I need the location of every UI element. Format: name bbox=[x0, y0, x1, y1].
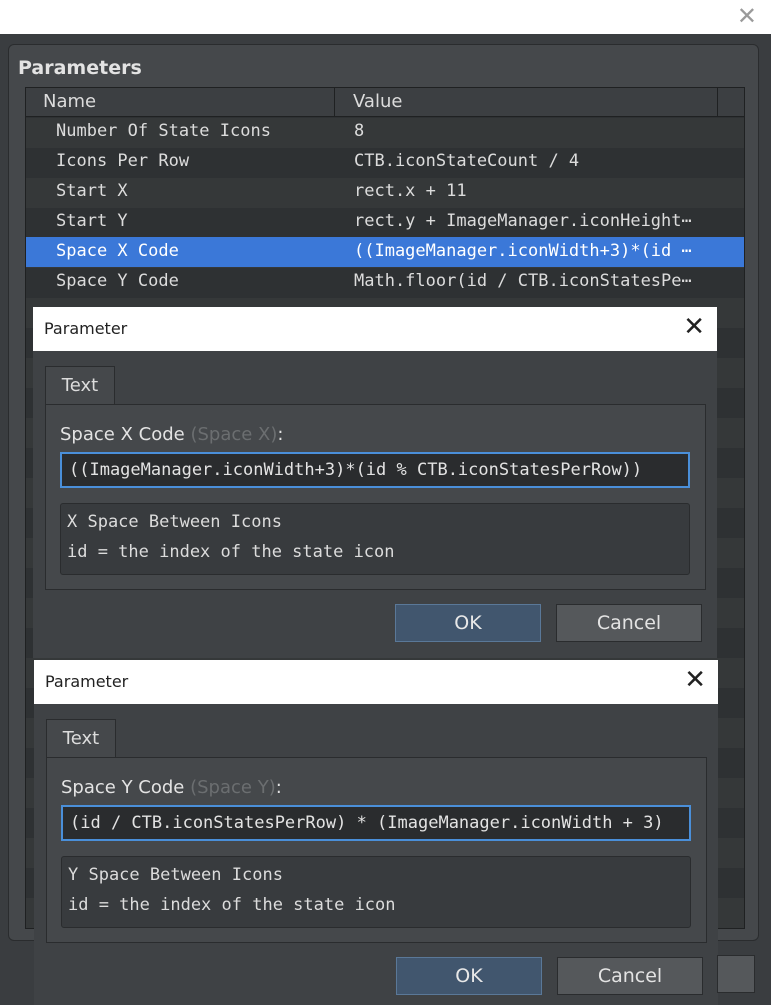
parameter-dialog-space-y: Parameter ✕ Text Space Y Code (Space Y):… bbox=[34, 660, 718, 1005]
dialog-titlebar: Parameter ✕ bbox=[33, 307, 717, 351]
row-value: ((ImageManager.iconWidth+3)*(id ⋯ bbox=[354, 241, 692, 261]
row-value: CTB.iconStateCount / 4 bbox=[354, 151, 580, 171]
field-label-colon: : bbox=[277, 424, 284, 445]
ok-button[interactable]: OK bbox=[395, 604, 541, 642]
text-tab-panel: Space X Code (Space X): ((ImageManager.i… bbox=[45, 404, 706, 590]
table-row[interactable]: Start X rect.x + 11 bbox=[26, 177, 744, 207]
parameters-title: Parameters bbox=[18, 57, 142, 79]
top-window-strip: ✕ bbox=[0, 0, 771, 34]
description-line: id = the index of the state icon bbox=[67, 542, 395, 562]
field-label-colon: : bbox=[275, 777, 282, 798]
ok-button[interactable]: OK bbox=[396, 957, 542, 995]
description-box: Y Space Between Icons id = the index of … bbox=[61, 856, 691, 928]
table-row[interactable]: Space Y Code Math.floor(id / CTB.iconSta… bbox=[26, 267, 744, 297]
field-label-text: Space Y Code bbox=[61, 777, 185, 798]
text-tab-panel: Space Y Code (Space Y): (id / CTB.iconSt… bbox=[46, 757, 707, 943]
row-name: Space X Code bbox=[56, 241, 179, 261]
tab-text[interactable]: Text bbox=[45, 366, 115, 404]
description-line: Y Space Between Icons bbox=[68, 865, 283, 885]
description-box: X Space Between Icons id = the index of … bbox=[60, 503, 690, 575]
close-icon[interactable]: ✕ bbox=[683, 312, 705, 342]
row-name: Start Y bbox=[56, 211, 128, 231]
dialog-title: Parameter bbox=[45, 672, 129, 691]
close-icon[interactable]: ✕ bbox=[684, 665, 706, 695]
code-input[interactable]: ((ImageManager.iconWidth+3)*(id % CTB.ic… bbox=[60, 452, 690, 488]
code-input[interactable]: (id / CTB.iconStatesPerRow) * (ImageMana… bbox=[61, 805, 691, 841]
field-label-hint: (Space Y) bbox=[190, 777, 276, 798]
row-name: Start X bbox=[56, 181, 128, 201]
table-row[interactable]: Number Of State Icons 8 bbox=[26, 117, 744, 147]
row-value: rect.y + ImageManager.iconHeight⋯ bbox=[354, 211, 692, 231]
column-header-name[interactable]: Name bbox=[26, 88, 335, 116]
field-label: Space Y Code (Space Y): bbox=[61, 777, 282, 798]
field-label: Space X Code (Space X): bbox=[60, 424, 283, 445]
table-row[interactable]: Start Y rect.y + ImageManager.iconHeight… bbox=[26, 207, 744, 237]
row-name: Space Y Code bbox=[56, 271, 179, 291]
table-row-selected[interactable]: Space X Code ((ImageManager.iconWidth+3)… bbox=[26, 237, 744, 267]
field-label-hint: (Space X) bbox=[190, 424, 278, 445]
row-value: rect.x + 11 bbox=[354, 181, 467, 201]
cancel-button[interactable]: Cancel bbox=[556, 604, 702, 642]
row-value: 8 bbox=[354, 121, 365, 141]
background-button[interactable] bbox=[717, 955, 755, 993]
dialog-titlebar: Parameter ✕ bbox=[34, 660, 718, 704]
field-label-text: Space X Code bbox=[60, 424, 185, 445]
table-header: Name Value bbox=[26, 88, 744, 117]
description-line: id = the index of the state icon bbox=[68, 895, 396, 915]
column-header-value[interactable]: Value bbox=[336, 88, 718, 116]
description-line: X Space Between Icons bbox=[67, 512, 282, 532]
table-row[interactable]: Icons Per Row CTB.iconStateCount / 4 bbox=[26, 147, 744, 177]
row-name: Icons Per Row bbox=[56, 151, 190, 171]
parameter-dialog-space-x: Parameter ✕ Text Space X Code (Space X):… bbox=[33, 307, 717, 658]
tab-text[interactable]: Text bbox=[46, 719, 116, 757]
close-icon[interactable]: ✕ bbox=[737, 2, 757, 30]
dialog-title: Parameter bbox=[44, 319, 128, 338]
row-name: Number Of State Icons bbox=[56, 121, 271, 141]
cancel-button[interactable]: Cancel bbox=[557, 957, 703, 995]
row-value: Math.floor(id / CTB.iconStatesPe⋯ bbox=[354, 271, 692, 291]
